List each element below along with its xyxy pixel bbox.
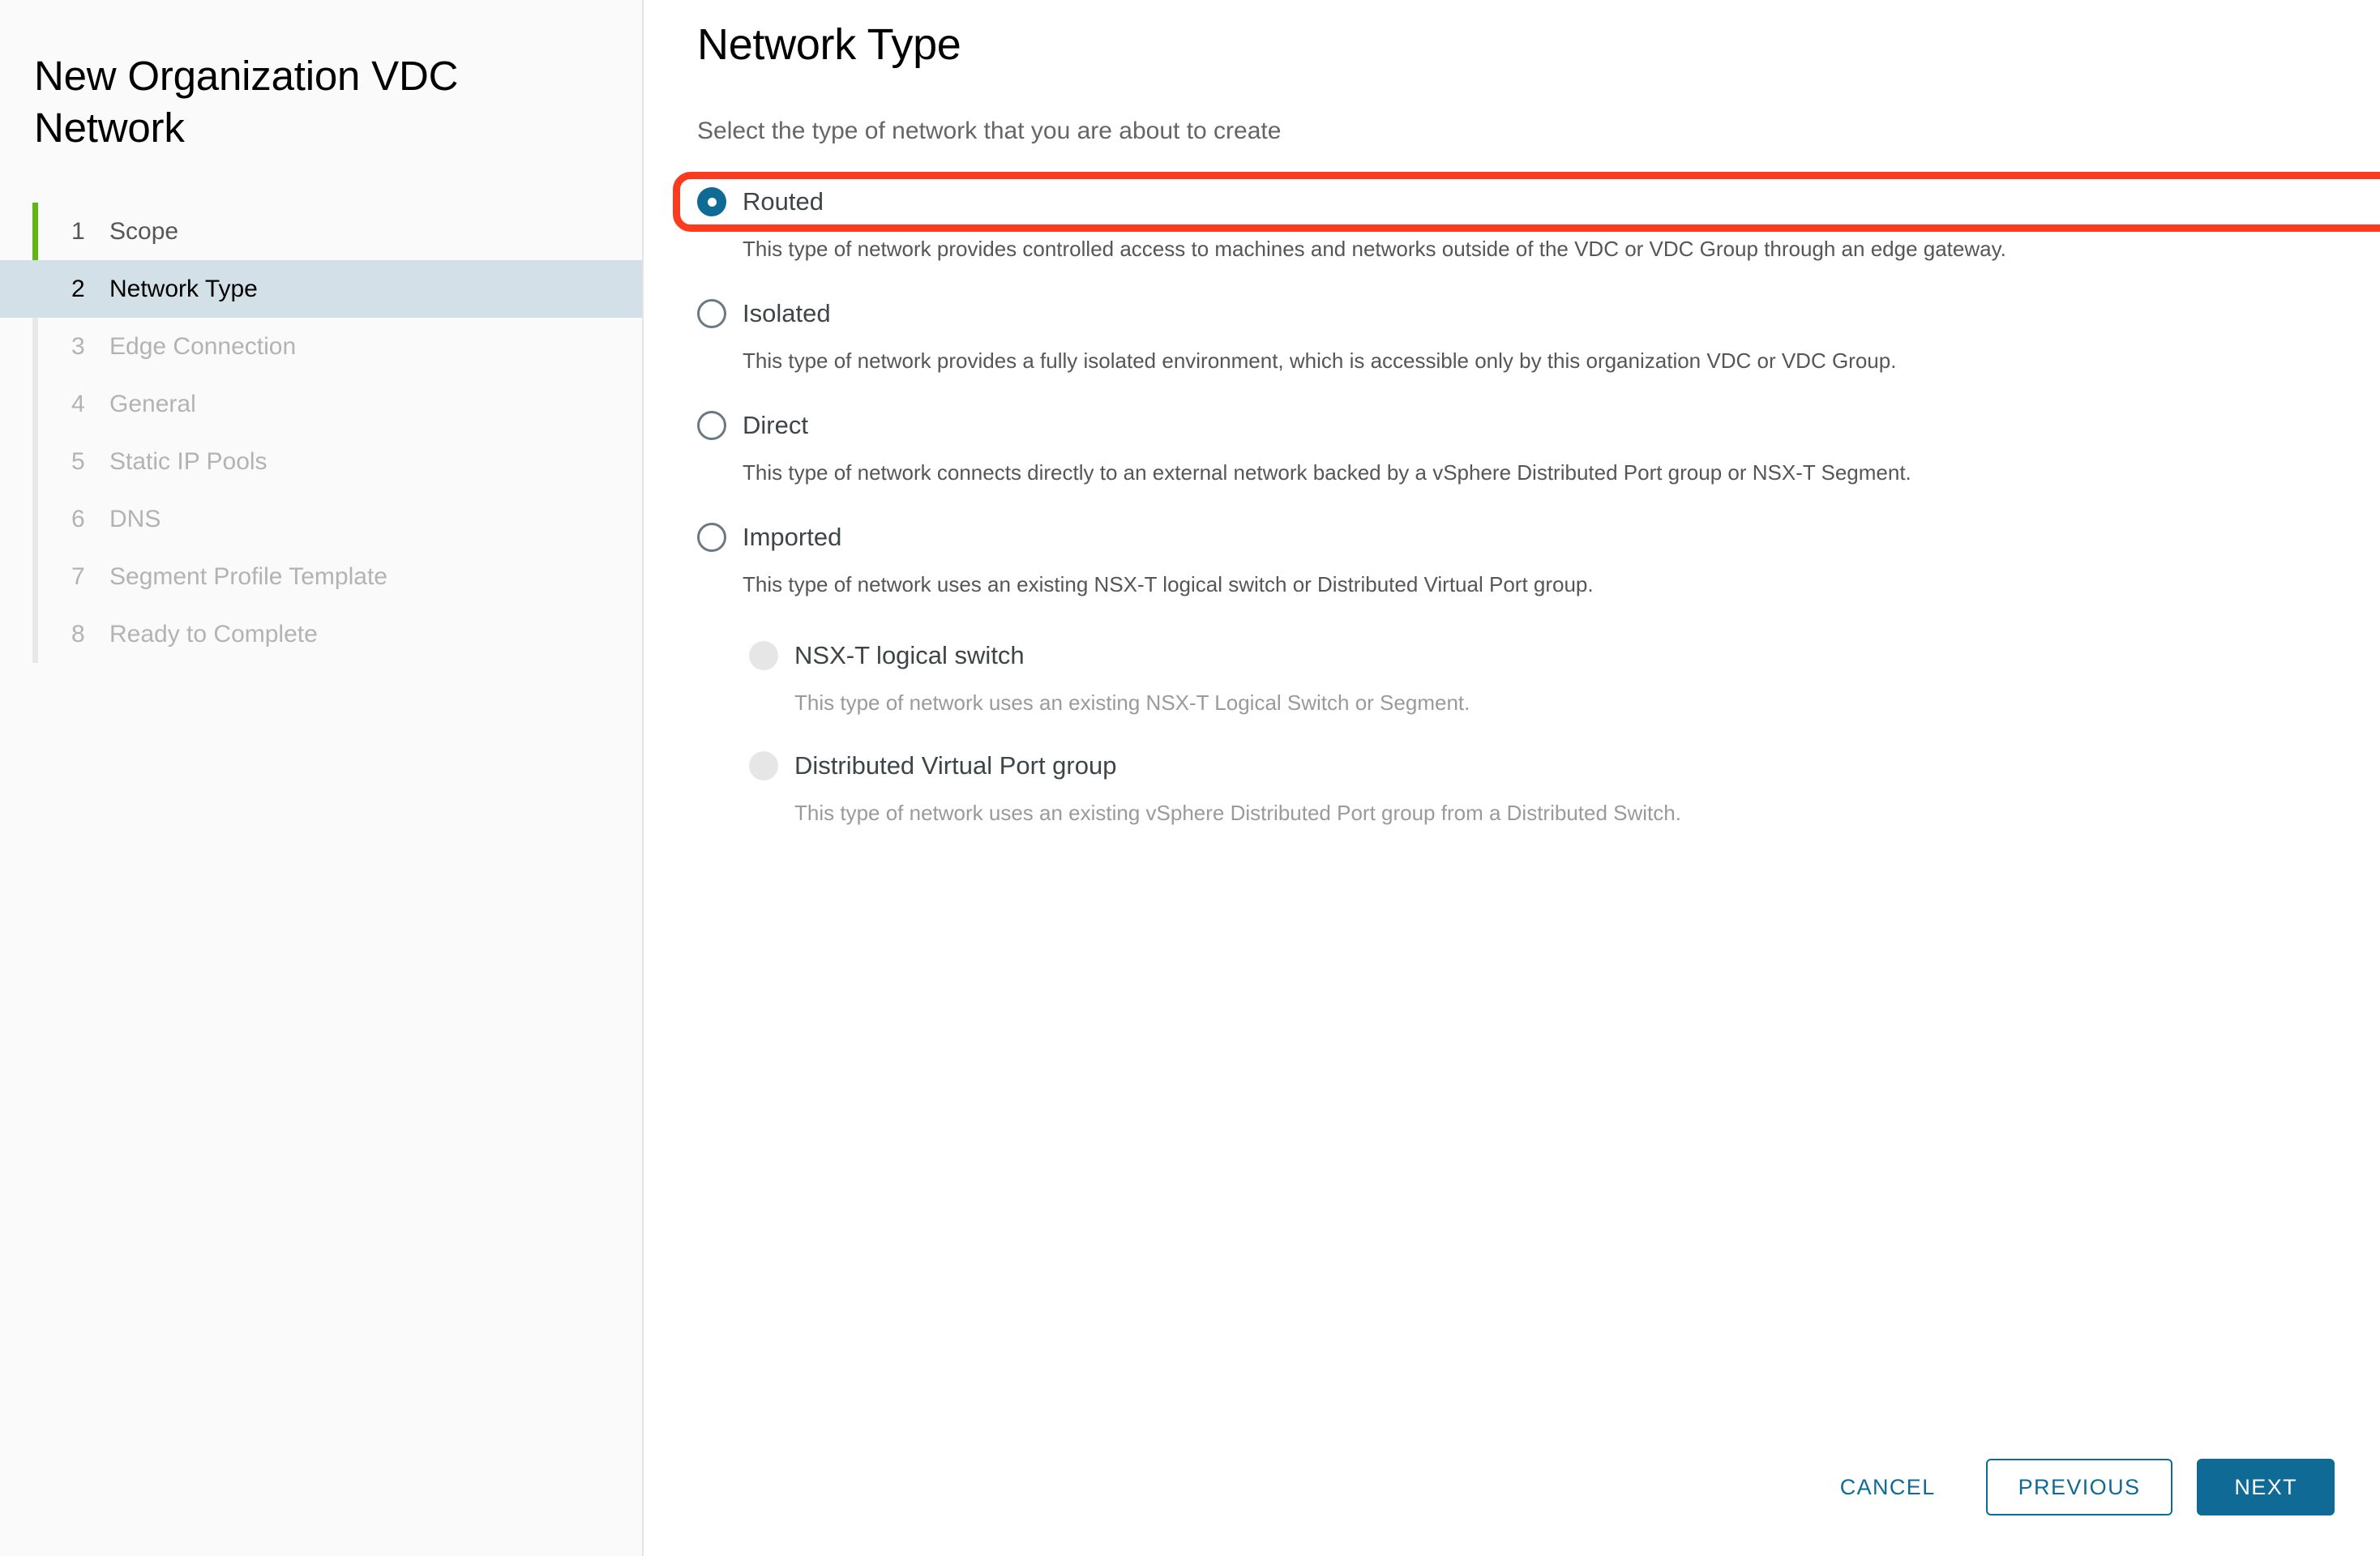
step-label: General bbox=[109, 390, 196, 417]
radio-nsx-t-logical-switch-disabled-icon bbox=[749, 641, 778, 670]
wizard-step-list: 1 Scope 2 Network Type 3 Edge Connection 4 Gene… bbox=[0, 203, 642, 664]
step-number: 3 bbox=[71, 332, 85, 360]
radio-routed-selected-icon[interactable] bbox=[697, 187, 726, 216]
previous-button[interactable]: PREVIOUS bbox=[1985, 1459, 2173, 1515]
radio-description-distributed-virtual-port-group: This type of network uses an existing vS… bbox=[794, 801, 1681, 825]
step-number: 5 bbox=[71, 447, 85, 475]
radio-label-isolated: Isolated bbox=[743, 299, 831, 327]
radio-imported-icon[interactable] bbox=[697, 523, 726, 552]
radio-label-nsx-t-logical-switch: NSX-T logical switch bbox=[794, 641, 1025, 669]
wizard-content: Network Type Select the type of network … bbox=[644, 0, 2380, 1556]
radio-distributed-virtual-port-group-disabled-icon bbox=[749, 751, 778, 780]
wizard-dialog: New Organization VDC Network 1 Scope 2 Netw… bbox=[0, 0, 2380, 1556]
step-label: Network Type bbox=[109, 275, 258, 302]
radio-description-routed: This type of network provides controlled… bbox=[743, 237, 2006, 261]
step-label: Segment Profile Template bbox=[109, 562, 387, 590]
radio-option-direct[interactable]: Direct bbox=[697, 407, 2380, 444]
step-label: Edge Connection bbox=[109, 332, 297, 360]
radio-option-routed[interactable]: Routed bbox=[697, 183, 2380, 220]
step-number: 8 bbox=[71, 620, 85, 648]
step-label: Ready to Complete bbox=[109, 620, 318, 648]
radio-description-isolated: This type of network provides a fully is… bbox=[743, 348, 1897, 373]
radio-option-distributed-virtual-port-group: Distributed Virtual Port group bbox=[749, 747, 2380, 784]
step-number: 1 bbox=[71, 217, 85, 245]
radio-direct-icon[interactable] bbox=[697, 411, 726, 440]
radio-description-imported: This type of network uses an existing NS… bbox=[743, 572, 1594, 596]
radio-label-distributed-virtual-port-group: Distributed Virtual Port group bbox=[794, 751, 1117, 780]
step-number: 4 bbox=[71, 390, 85, 417]
step-label: DNS bbox=[109, 505, 161, 532]
radio-option-isolated[interactable]: Isolated bbox=[697, 295, 2380, 332]
wizard-title: New Organization VDC Network bbox=[34, 53, 459, 152]
radio-isolated-icon[interactable] bbox=[697, 299, 726, 328]
wizard-step-scope[interactable]: 1 Scope bbox=[0, 203, 642, 260]
wizard-sidebar: New Organization VDC Network 1 Scope 2 Netw… bbox=[0, 0, 644, 1556]
step-label: Scope bbox=[109, 217, 179, 245]
radio-label-routed: Routed bbox=[743, 187, 824, 216]
radio-option-nsx-t-logical-switch: NSX-T logical switch bbox=[749, 637, 2380, 674]
wizard-step-static-ip-pools: 5 Static IP Pools bbox=[0, 433, 642, 490]
wizard-step-edge-connection: 3 Edge Connection bbox=[0, 318, 642, 375]
step-number: 7 bbox=[71, 562, 85, 590]
wizard-step-segment-profile-template: 7 Segment Profile Template bbox=[0, 548, 642, 605]
cancel-button[interactable]: CANCEL bbox=[1813, 1459, 1963, 1515]
step-number: 6 bbox=[71, 505, 85, 532]
next-button[interactable]: NEXT bbox=[2197, 1459, 2335, 1515]
page-subtitle: Select the type of network that you are … bbox=[697, 118, 1282, 144]
wizard-step-ready-to-complete: 8 Ready to Complete bbox=[0, 605, 642, 663]
radio-description-direct: This type of network connects directly t… bbox=[743, 460, 1911, 485]
wizard-step-dns: 6 DNS bbox=[0, 490, 642, 548]
radio-label-direct: Direct bbox=[743, 411, 808, 439]
network-type-radio-group: Routed This type of network provides cont… bbox=[697, 183, 2380, 598]
radio-label-imported: Imported bbox=[743, 523, 842, 551]
step-label: Static IP Pools bbox=[109, 447, 268, 475]
step-number: 2 bbox=[71, 275, 85, 302]
radio-option-imported[interactable]: Imported bbox=[697, 519, 2380, 556]
radio-description-nsx-t-logical-switch: This type of network uses an existing NS… bbox=[794, 690, 1470, 715]
wizard-step-general: 4 General bbox=[0, 375, 642, 433]
wizard-step-network-type[interactable]: 2 Network Type bbox=[0, 260, 642, 318]
page-title: Network Type bbox=[697, 20, 961, 69]
wizard-footer: CANCEL PREVIOUS NEXT bbox=[1813, 1459, 2335, 1515]
imported-subtype-radio-group: NSX-T logical switch This type of network… bbox=[749, 637, 2380, 827]
